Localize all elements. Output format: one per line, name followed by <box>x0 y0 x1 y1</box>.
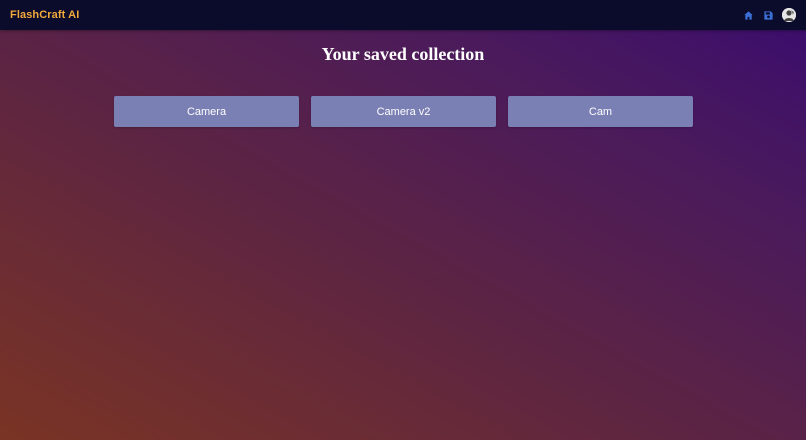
save-button[interactable] <box>758 5 778 25</box>
nav-actions <box>738 5 796 25</box>
avatar-image <box>782 8 796 22</box>
page-title: Your saved collection <box>321 44 485 64</box>
save-icon <box>763 10 773 20</box>
collection-card[interactable]: Camera <box>114 96 299 127</box>
app-brand[interactable]: FlashCraft AI <box>10 9 79 21</box>
home-icon <box>743 10 753 20</box>
collection-grid: Camera Camera v2 Cam <box>114 96 693 127</box>
top-navbar: FlashCraft AI <box>0 0 806 30</box>
avatar[interactable] <box>782 8 796 22</box>
collection-card[interactable]: Camera v2 <box>311 96 496 127</box>
collection-card[interactable]: Cam <box>508 96 693 127</box>
home-button[interactable] <box>738 5 758 25</box>
